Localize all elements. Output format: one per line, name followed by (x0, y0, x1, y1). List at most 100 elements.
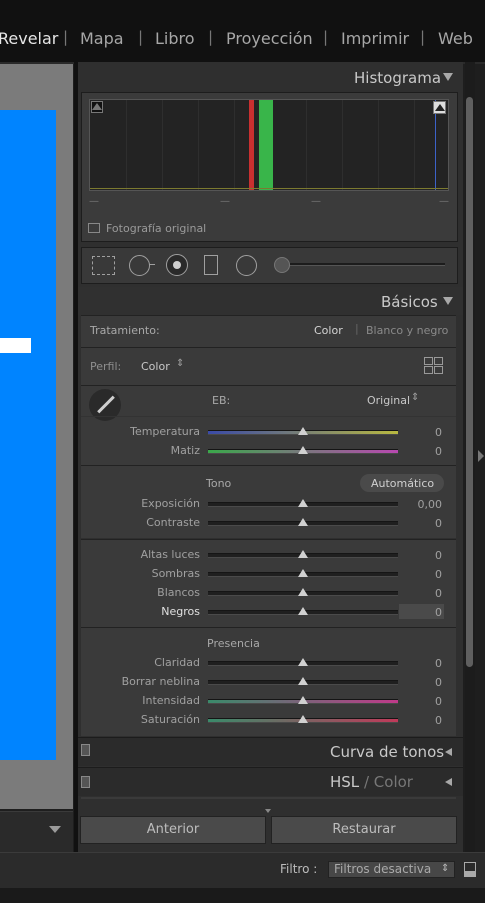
red-eye-icon[interactable] (166, 254, 188, 276)
histogram-red-spike (249, 100, 254, 190)
toolbar-left (0, 811, 73, 852)
histogram-grid (234, 100, 235, 190)
slider-thumb[interactable] (298, 607, 308, 615)
auto-tone-label[interactable]: Automático (371, 477, 434, 490)
module-separator: | (323, 28, 329, 46)
module-proyeccion[interactable]: Proyección (226, 29, 313, 48)
module-separator: | (138, 28, 144, 46)
clarity-value[interactable]: 0 (402, 657, 442, 670)
expand-triangle-icon[interactable] (445, 778, 452, 786)
exposure-value[interactable]: 0,00 (402, 498, 443, 511)
wb-label: EB: (212, 394, 231, 407)
saturation-value[interactable]: 0 (402, 714, 442, 727)
tint-value[interactable]: 0 (402, 445, 442, 458)
blacks-label: Negros (161, 605, 200, 618)
panel-collapse-icon[interactable] (478, 450, 484, 462)
divider (81, 416, 456, 417)
histogram-readouts: — — — — (89, 196, 449, 208)
panel-toggle-icon[interactable] (81, 744, 90, 756)
slider-thumb[interactable] (298, 518, 308, 526)
collapse-triangle-icon[interactable] (443, 73, 453, 81)
module-imprimir[interactable]: Imprimir (341, 29, 409, 48)
histogram-grid (414, 100, 415, 190)
slider-thumb[interactable] (298, 446, 308, 454)
graduated-filter-icon[interactable] (204, 255, 218, 275)
panel-toggle-icon[interactable] (81, 776, 90, 788)
checkbox-original-photo[interactable] (88, 223, 100, 233)
treatment-color-option[interactable]: Color (314, 324, 343, 337)
wb-value[interactable]: Original (367, 394, 410, 407)
expand-triangle-icon[interactable] (445, 748, 452, 756)
shadow-clipping-icon[interactable] (91, 101, 103, 113)
spot-removal-icon[interactable] (129, 255, 150, 276)
histogram-baseline (90, 188, 448, 189)
profile-value[interactable]: Color (141, 360, 170, 373)
chevron-down-icon (265, 809, 271, 813)
dehaze-value[interactable]: 0 (402, 676, 442, 689)
treatment-bw-option[interactable]: Blanco y negro (366, 324, 448, 337)
hsl-separator: / (363, 773, 370, 791)
histogram-graph (89, 99, 449, 191)
hsl-panel-title[interactable]: HSL / Color (330, 773, 413, 791)
collapse-triangle-icon[interactable] (443, 297, 453, 305)
slider-thumb[interactable] (298, 658, 308, 666)
profile-browser-icon[interactable] (424, 357, 443, 374)
temperature-value[interactable]: 0 (402, 426, 442, 439)
dehaze-label: Borrar neblina (121, 675, 200, 688)
chevron-down-icon[interactable] (49, 826, 61, 833)
module-separator: | (420, 28, 426, 46)
slider-thumb[interactable] (298, 550, 308, 558)
module-libro[interactable]: Libro (155, 29, 195, 48)
basic-title[interactable]: Básicos (381, 293, 438, 311)
brush-tool-icon[interactable] (274, 257, 290, 273)
histogram-grid (342, 100, 343, 190)
treatment-label: Tratamiento: (90, 324, 160, 337)
tone-label: Tono (206, 477, 232, 490)
slider-thumb[interactable] (298, 499, 308, 507)
module-mapa[interactable]: Mapa (80, 29, 124, 48)
slider-thumb[interactable] (298, 588, 308, 596)
filter-value[interactable]: Filtros desactiva (334, 862, 431, 876)
histogram-grid (306, 100, 307, 190)
scrollbar-thumb[interactable] (466, 97, 473, 667)
module-revelar[interactable]: Revelar (0, 29, 58, 48)
tone-curve-title[interactable]: Curva de tonos (330, 743, 444, 761)
presence-label: Presencia (207, 637, 260, 650)
slider-thumb[interactable] (298, 715, 308, 723)
highlight-clipping-icon[interactable] (433, 101, 446, 114)
photo-white-bar (0, 338, 31, 353)
slider-thumb[interactable] (298, 569, 308, 577)
module-separator: | (63, 28, 69, 46)
radial-filter-icon[interactable] (236, 255, 257, 276)
slider-thumb[interactable] (298, 427, 308, 435)
module-web[interactable]: Web (438, 29, 473, 48)
treatment-separator: | (355, 322, 359, 335)
histogram-grid (126, 100, 127, 190)
previous-button[interactable]: Anterior (80, 816, 266, 844)
blacks-value[interactable]: 0 (402, 606, 442, 619)
crop-tool-icon[interactable] (92, 256, 115, 275)
exposure-label: Exposición (141, 497, 200, 510)
slider-thumb[interactable] (298, 696, 308, 704)
updown-icon[interactable]: ⇕ (411, 392, 419, 403)
saturation-label: Saturación (140, 713, 200, 726)
hsl-title[interactable]: HSL (330, 773, 359, 791)
updown-icon[interactable]: ⇕ (176, 358, 184, 369)
highlights-value[interactable]: 0 (402, 549, 442, 562)
panel-bottom-line (81, 797, 456, 799)
slider-thumb[interactable] (298, 677, 308, 685)
shadows-value[interactable]: 0 (402, 568, 442, 581)
contrast-label: Contraste (146, 516, 200, 529)
original-photo-label: Fotografía original (106, 222, 207, 235)
filter-lock-icon[interactable] (464, 862, 476, 877)
updown-icon[interactable]: ⇕ (441, 863, 449, 874)
color-title[interactable]: Color (374, 773, 413, 791)
module-separator: | (208, 28, 214, 46)
reset-button[interactable]: Restaurar (271, 816, 457, 844)
whites-value[interactable]: 0 (402, 587, 442, 600)
filmstrip-edge (0, 888, 485, 903)
histogram-title[interactable]: Histograma (354, 69, 441, 87)
vibrance-value[interactable]: 0 (402, 695, 442, 708)
tool-slider[interactable] (290, 263, 445, 266)
contrast-value[interactable]: 0 (402, 517, 442, 530)
